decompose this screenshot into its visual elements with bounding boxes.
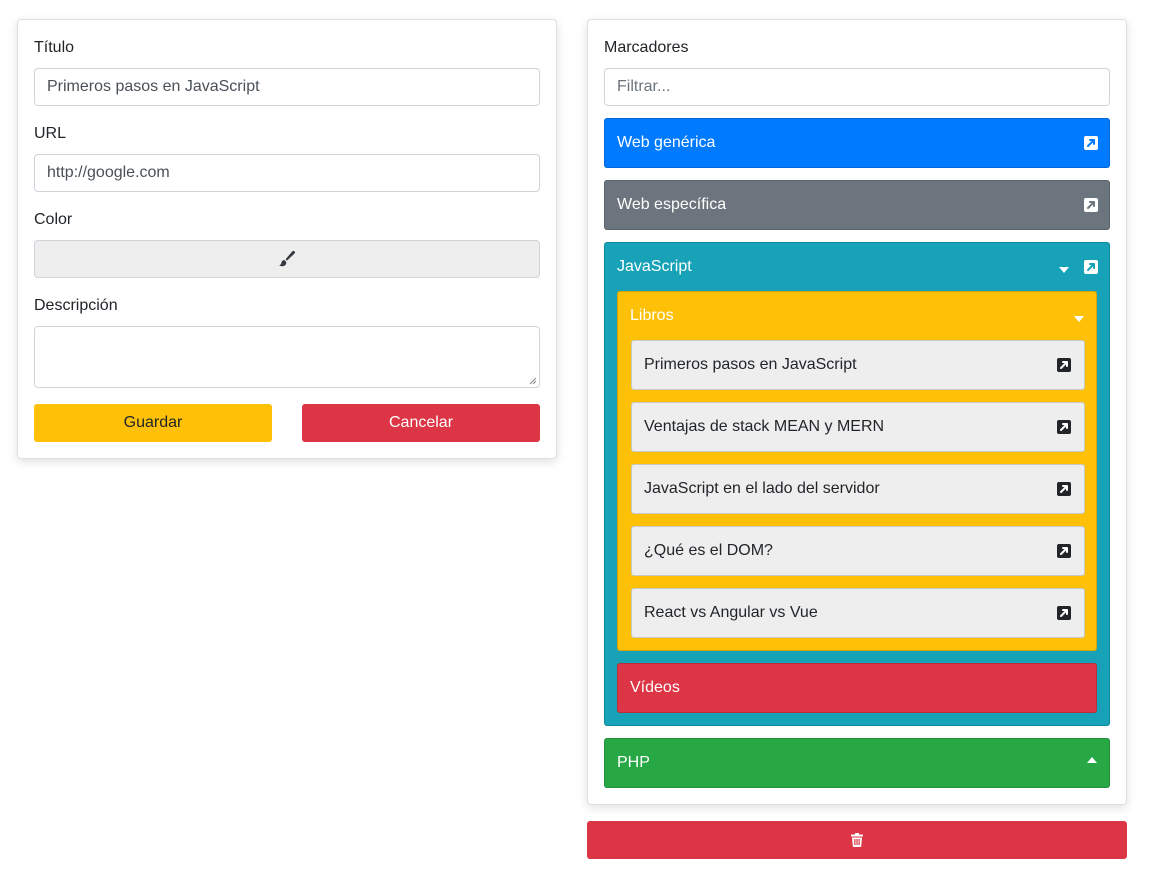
url-input-value: http://google.com (47, 164, 170, 181)
group-web-especifica[interactable]: Web específica (604, 180, 1110, 230)
save-button[interactable]: Guardar (34, 404, 272, 442)
group-web-generica[interactable]: Web genérica (604, 118, 1110, 168)
bookmark-title: Ventajas de stack MEAN y MERN (644, 418, 885, 435)
group-label[interactable]: JavaScript (617, 243, 692, 291)
group-php[interactable]: PHP (604, 738, 1110, 788)
bookmark-title: JavaScript en el lado del servidor (644, 480, 880, 497)
caret-up-icon[interactable] (1087, 757, 1097, 763)
bookmark-item[interactable]: React vs Angular vs Vue (631, 588, 1085, 638)
group-label: Web genérica (617, 134, 716, 151)
caret-down-icon[interactable] (1059, 267, 1069, 273)
url-label: URL (34, 125, 67, 142)
color-label: Color (34, 211, 73, 228)
titulo-input[interactable]: Primeros pasos en JavaScript (34, 68, 540, 106)
descripcion-label: Descripción (34, 297, 118, 314)
external-link-icon[interactable] (1057, 544, 1071, 558)
paintbrush-icon (279, 250, 295, 267)
external-link-icon[interactable] (1084, 260, 1098, 274)
delete-button[interactable] (587, 821, 1127, 859)
group-label: PHP (617, 754, 650, 771)
bookmark-item[interactable]: ¿Qué es el DOM? (631, 526, 1085, 576)
bookmarks-title: Marcadores (604, 39, 689, 56)
titulo-input-value: Primeros pasos en JavaScript (47, 78, 260, 95)
subgroup-label: Vídeos (630, 679, 680, 696)
subgroup-label[interactable]: Libros (630, 292, 674, 340)
external-link-icon[interactable] (1057, 606, 1071, 620)
subgroup-videos[interactable]: Vídeos (617, 663, 1097, 713)
titulo-label: Título (34, 39, 75, 56)
save-button-label: Guardar (123, 414, 183, 431)
bookmark-item[interactable]: Primeros pasos en JavaScript (631, 340, 1085, 390)
external-link-icon[interactable] (1084, 198, 1098, 212)
caret-down-icon[interactable] (1074, 316, 1084, 322)
filter-placeholder: Filtrar... (617, 78, 671, 95)
external-link-icon[interactable] (1057, 420, 1071, 434)
cancel-button-label: Cancelar (388, 414, 454, 431)
bookmark-title: ¿Qué es el DOM? (644, 542, 773, 559)
bookmark-title: React vs Angular vs Vue (644, 604, 818, 621)
cancel-button[interactable]: Cancelar (302, 404, 540, 442)
external-link-icon[interactable] (1084, 136, 1098, 150)
bookmark-title: Primeros pasos en JavaScript (644, 356, 857, 373)
group-label: Web específica (617, 196, 727, 213)
bookmark-form-card: Título Primeros pasos en JavaScript URL … (17, 19, 557, 459)
external-link-icon[interactable] (1057, 358, 1071, 372)
bookmark-item[interactable]: Ventajas de stack MEAN y MERN (631, 402, 1085, 452)
trash-icon (851, 833, 863, 847)
bookmark-item[interactable]: JavaScript en el lado del servidor (631, 464, 1085, 514)
subgroup-libros: Libros Primeros pasos en JavaScript Vent… (617, 291, 1097, 651)
resize-grip-icon[interactable] (529, 377, 537, 385)
filter-input[interactable]: Filtrar... (604, 68, 1110, 106)
color-picker-button[interactable] (34, 240, 540, 278)
bookmarks-card: Marcadores Filtrar... Web genérica Web e… (587, 19, 1127, 805)
url-input[interactable]: http://google.com (34, 154, 540, 192)
descripcion-textarea[interactable] (34, 326, 540, 388)
group-javascript: JavaScript Libros Primeros pasos en Java… (604, 242, 1110, 726)
external-link-icon[interactable] (1057, 482, 1071, 496)
